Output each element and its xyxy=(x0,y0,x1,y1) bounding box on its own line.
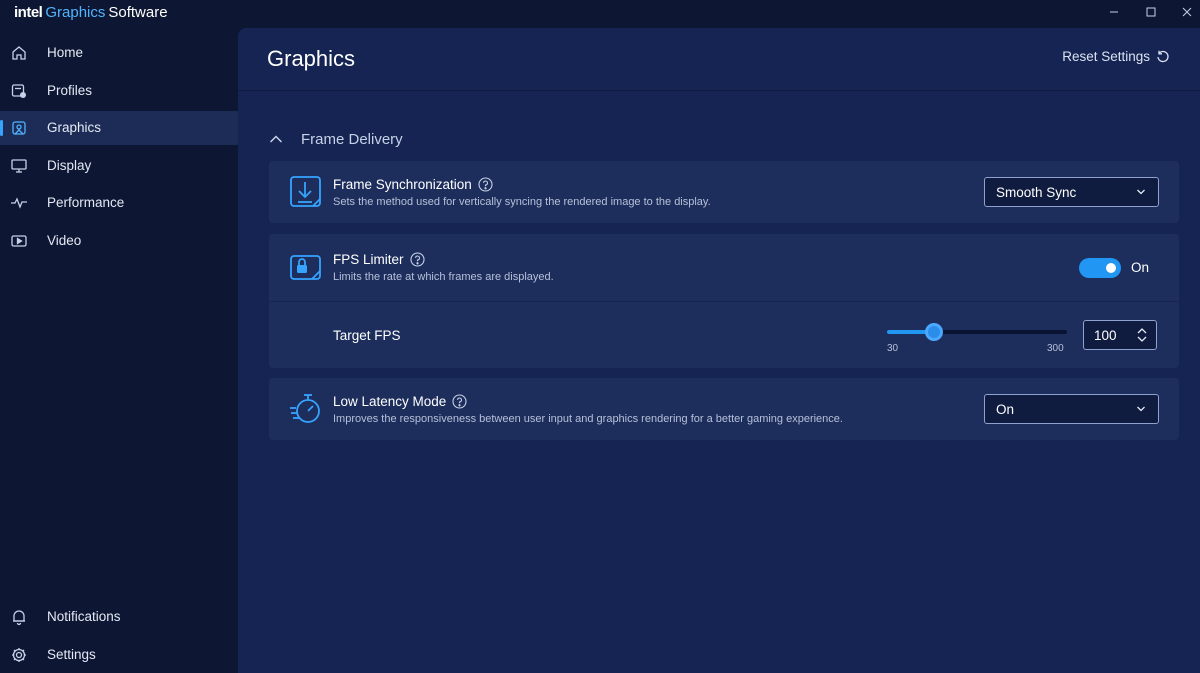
gear-icon xyxy=(12,648,26,662)
performance-icon xyxy=(11,197,27,209)
frame-sync-value: Smooth Sync xyxy=(996,184,1077,200)
maximize-icon xyxy=(1146,7,1156,17)
slider-max-label: 300 xyxy=(1047,343,1064,354)
sidebar-item-performance[interactable]: Performance xyxy=(0,186,238,220)
reset-settings-label: Reset Settings xyxy=(1062,49,1150,64)
target-fps-label: Target FPS xyxy=(333,328,401,343)
fps-lock-icon xyxy=(290,255,321,280)
fps-limiter-state: On xyxy=(1131,260,1150,275)
slider-min-label: 30 xyxy=(887,343,899,354)
fps-limiter-description: Limits the rate at which frames are disp… xyxy=(333,271,554,283)
video-icon xyxy=(11,235,27,247)
sidebar-item-display[interactable]: Display xyxy=(0,149,238,183)
chevron-up-icon xyxy=(269,135,283,143)
reset-settings-button[interactable]: Reset Settings xyxy=(1062,49,1170,64)
sidebar-item-label: Video xyxy=(47,233,82,248)
bell-icon xyxy=(13,610,25,626)
sidebar-item-graphics[interactable]: Graphics xyxy=(0,111,238,145)
help-icon[interactable] xyxy=(452,394,467,409)
app-brand: intel Graphics Software xyxy=(14,4,168,21)
low-latency-card: Low Latency Mode Improves the responsive… xyxy=(269,378,1179,440)
fps-limiter-title: FPS Limiter xyxy=(333,252,425,267)
target-fps-card: Target FPS 30 300 100 xyxy=(269,302,1179,368)
target-fps-stepper[interactable]: 100 xyxy=(1083,320,1157,350)
chevron-down-icon xyxy=(1137,189,1145,195)
home-icon xyxy=(12,46,26,60)
low-latency-value: On xyxy=(996,401,1015,417)
sidebar-item-label: Graphics xyxy=(47,120,102,135)
sidebar-item-notifications[interactable]: Notifications xyxy=(0,600,238,634)
frame-sync-dropdown[interactable]: Smooth Sync xyxy=(984,177,1159,207)
low-latency-title: Low Latency Mode xyxy=(333,394,467,409)
page-title: Graphics xyxy=(267,46,356,71)
close-button[interactable] xyxy=(1176,2,1198,22)
sidebar-item-label: Notifications xyxy=(47,609,121,624)
target-fps-slider[interactable] xyxy=(887,330,1067,334)
target-fps-value: 100 xyxy=(1094,328,1117,343)
help-icon[interactable] xyxy=(409,252,425,267)
low-latency-description: Improves the responsiveness between user… xyxy=(333,413,843,425)
profiles-icon xyxy=(11,84,26,98)
reset-icon xyxy=(1157,50,1169,62)
up-down-arrows-icon[interactable] xyxy=(1136,326,1148,344)
page-header: Graphics Reset Settings xyxy=(238,28,1200,91)
brand-software: Software xyxy=(108,4,168,21)
low-latency-dropdown[interactable]: On xyxy=(984,394,1159,424)
close-icon xyxy=(1182,7,1192,17)
frame-sync-icon xyxy=(290,176,321,207)
sidebar-item-video[interactable]: Video xyxy=(0,224,238,258)
fps-limiter-card: FPS Limiter Limits the rate at which fra… xyxy=(269,234,1179,301)
sidebar-item-label: Profiles xyxy=(47,83,93,98)
sidebar-item-label: Settings xyxy=(47,647,96,662)
sidebar-item-label: Performance xyxy=(47,195,125,210)
minimize-button[interactable] xyxy=(1103,2,1125,22)
sidebar-item-label: Home xyxy=(47,45,84,60)
low-latency-title-text: Low Latency Mode xyxy=(333,394,447,409)
fps-limiter-title-text: FPS Limiter xyxy=(333,252,404,267)
section-title: Frame Delivery xyxy=(301,130,403,148)
maximize-button[interactable] xyxy=(1140,2,1162,22)
display-icon xyxy=(11,159,27,173)
app-window: intel Graphics Software Home Profiles Grap… xyxy=(0,0,1200,673)
help-icon[interactable] xyxy=(478,177,493,192)
main-panel: Graphics Reset Settings Frame Delivery F… xyxy=(238,28,1200,673)
target-fps-slider-thumb[interactable] xyxy=(924,323,943,341)
chevron-down-icon xyxy=(1137,406,1145,412)
frame-sync-description: Sets the method used for vertically sync… xyxy=(333,196,711,208)
brand-intel: intel xyxy=(14,4,43,21)
frame-sync-title-text: Frame Synchronization xyxy=(333,177,472,192)
minimize-icon xyxy=(1110,11,1118,13)
sidebar-item-profiles[interactable]: Profiles xyxy=(0,74,238,108)
brand-graphics: Graphics xyxy=(45,4,106,21)
frame-sync-card: Frame Synchronization Sets the method us… xyxy=(269,161,1179,223)
sidebar: Home Profiles Graphics Display Performan… xyxy=(0,28,238,673)
frame-sync-title: Frame Synchronization xyxy=(333,177,493,192)
section-frame-delivery-header[interactable]: Frame Delivery xyxy=(269,128,403,150)
sidebar-item-label: Display xyxy=(47,158,92,173)
title-bar: intel Graphics Software xyxy=(0,0,1200,28)
fps-limiter-toggle[interactable] xyxy=(1079,258,1121,278)
stopwatch-icon xyxy=(290,394,320,423)
sidebar-item-settings[interactable]: Settings xyxy=(0,638,238,672)
graphics-icon xyxy=(12,121,26,135)
sidebar-item-home[interactable]: Home xyxy=(0,36,238,70)
